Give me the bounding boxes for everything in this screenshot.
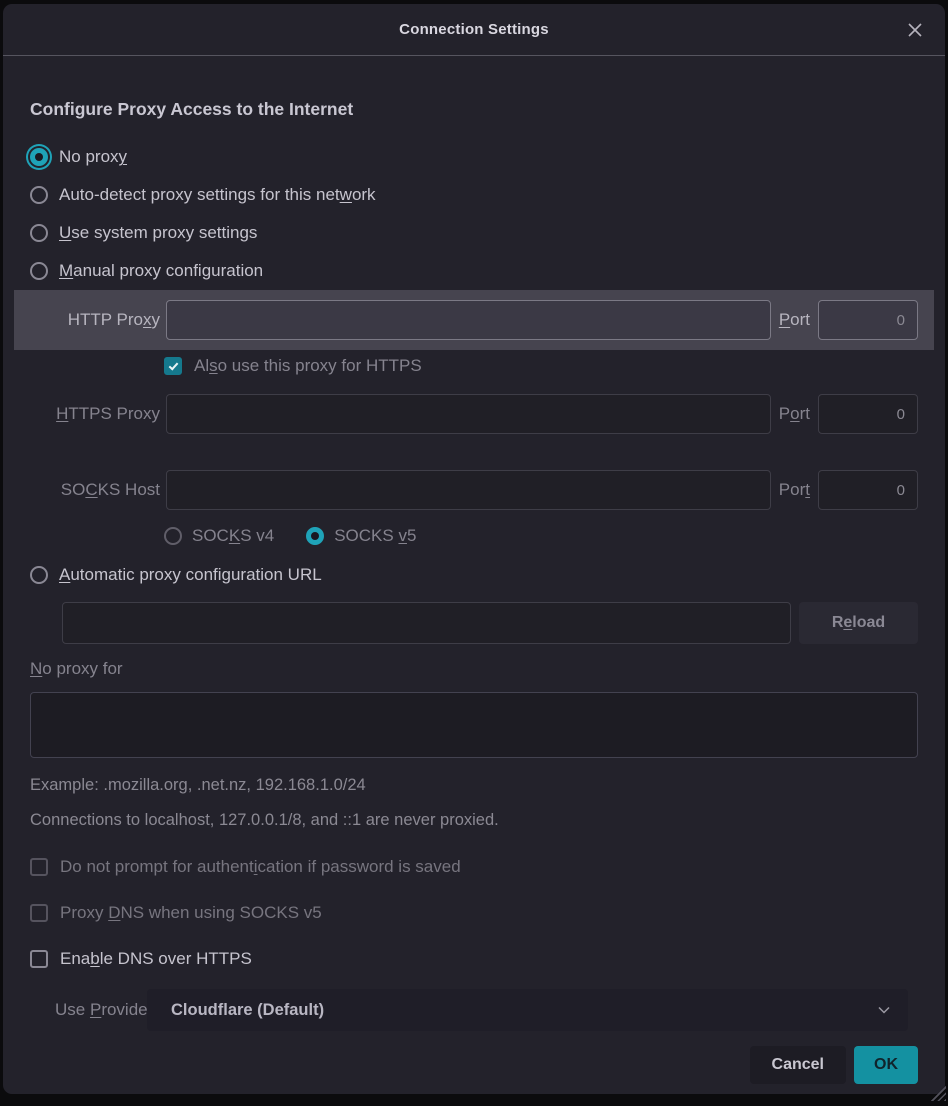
https-proxy-input[interactable] bbox=[166, 394, 771, 434]
no-proxy-radio[interactable] bbox=[30, 148, 48, 166]
socks-port-label: Port bbox=[779, 480, 810, 500]
dialog-content: Configure Proxy Access to the Internet N… bbox=[3, 96, 945, 1084]
http-proxy-row-highlighted: HTTP Proxy Port bbox=[14, 290, 934, 350]
http-proxy-field-row: HTTP Proxy Port bbox=[30, 300, 918, 340]
auto-detect-radio[interactable] bbox=[30, 186, 48, 204]
section-heading: Configure Proxy Access to the Internet bbox=[30, 96, 918, 122]
no-prompt-auth-checkbox[interactable] bbox=[30, 858, 48, 876]
http-port-label: Port bbox=[779, 310, 810, 330]
close-button[interactable] bbox=[903, 18, 927, 42]
no-proxy-for-label: No proxy for bbox=[30, 659, 123, 679]
proxy-dns-checkbox-row[interactable]: Proxy DNS when using SOCKS v5 bbox=[30, 899, 918, 927]
http-proxy-input[interactable] bbox=[166, 300, 771, 340]
socks-v5-label: SOCKS v5 bbox=[334, 526, 416, 546]
proxy-dns-label: Proxy DNS when using SOCKS v5 bbox=[60, 903, 322, 923]
enable-doh-checkbox-row[interactable]: Enable DNS over HTTPS bbox=[30, 945, 918, 973]
socks-host-input[interactable] bbox=[166, 470, 771, 510]
auto-url-field-row: Reload bbox=[62, 602, 918, 644]
http-port-input[interactable] bbox=[818, 300, 918, 340]
enable-doh-label: Enable DNS over HTTPS bbox=[60, 949, 252, 969]
manual-proxy-radio[interactable] bbox=[30, 262, 48, 280]
dialog-titlebar: Connection Settings bbox=[3, 4, 945, 56]
socks-host-label: SOCKS Host bbox=[30, 480, 160, 500]
auto-config-url-input[interactable] bbox=[62, 602, 791, 644]
https-proxy-label: HTTPS Proxy bbox=[30, 404, 160, 424]
socks-v4-label: SOCKS v4 bbox=[192, 526, 274, 546]
no-proxy-for-label-row: No proxy for bbox=[30, 656, 918, 682]
radio-option-manual-proxy[interactable]: Manual proxy configuration bbox=[30, 252, 918, 290]
no-proxy-for-textarea[interactable] bbox=[30, 692, 918, 758]
no-proxy-label: No proxy bbox=[59, 147, 127, 167]
reload-button[interactable]: Reload bbox=[799, 602, 918, 644]
no-prompt-auth-label: Do not prompt for authentication if pass… bbox=[60, 857, 461, 877]
radio-option-auto-url[interactable]: Automatic proxy configuration URL bbox=[30, 556, 918, 594]
also-https-label: Also use this proxy for HTTPS bbox=[194, 356, 422, 376]
system-proxy-label: Use system proxy settings bbox=[59, 223, 257, 243]
use-provider-label: Use Provider bbox=[30, 1000, 147, 1020]
socks-version-row: SOCKS v4 SOCKS v5 bbox=[164, 522, 918, 550]
radio-option-system-proxy[interactable]: Use system proxy settings bbox=[30, 214, 918, 252]
socks-host-field-row: SOCKS Host Port bbox=[30, 470, 918, 510]
radio-option-auto-detect[interactable]: Auto-detect proxy settings for this netw… bbox=[30, 176, 918, 214]
dialog-title: Connection Settings bbox=[399, 21, 549, 38]
http-proxy-label: HTTP Proxy bbox=[30, 310, 160, 330]
proxy-dns-checkbox[interactable] bbox=[30, 904, 48, 922]
check-icon bbox=[169, 360, 179, 370]
socks-v5-radio[interactable] bbox=[306, 527, 324, 545]
no-prompt-auth-checkbox-row[interactable]: Do not prompt for authentication if pass… bbox=[30, 853, 918, 881]
socks-v4-radio[interactable] bbox=[164, 527, 182, 545]
doh-provider-row: Use Provider Cloudflare (Default) bbox=[30, 989, 908, 1031]
enable-doh-checkbox[interactable] bbox=[30, 950, 48, 968]
manual-proxy-label: Manual proxy configuration bbox=[59, 261, 263, 281]
system-proxy-radio[interactable] bbox=[30, 224, 48, 242]
chevron-down-icon bbox=[876, 1002, 892, 1018]
https-proxy-field-row: HTTPS Proxy Port bbox=[30, 394, 918, 434]
connection-settings-dialog: Connection Settings Configure Proxy Acce… bbox=[3, 4, 945, 1094]
https-port-input[interactable] bbox=[818, 394, 918, 434]
auto-url-radio[interactable] bbox=[30, 566, 48, 584]
socks-port-input[interactable] bbox=[818, 470, 918, 510]
ok-button[interactable]: OK bbox=[854, 1046, 918, 1084]
cancel-button[interactable]: Cancel bbox=[750, 1046, 846, 1084]
example-note: Example: .mozilla.org, .net.nz, 192.168.… bbox=[30, 773, 918, 797]
auto-url-label: Automatic proxy configuration URL bbox=[59, 565, 322, 585]
also-https-checkbox[interactable] bbox=[164, 357, 182, 375]
dialog-footer: Cancel OK bbox=[30, 1046, 918, 1084]
doh-provider-select[interactable]: Cloudflare (Default) bbox=[147, 989, 908, 1031]
also-https-checkbox-row[interactable]: Also use this proxy for HTTPS bbox=[164, 352, 918, 380]
close-icon bbox=[906, 21, 924, 39]
localhost-note: Connections to localhost, 127.0.0.1/8, a… bbox=[30, 808, 918, 832]
doh-provider-value: Cloudflare (Default) bbox=[171, 1001, 876, 1020]
auto-detect-label: Auto-detect proxy settings for this netw… bbox=[59, 185, 376, 205]
radio-option-no-proxy[interactable]: No proxy bbox=[30, 138, 918, 176]
https-port-label: Port bbox=[779, 404, 810, 424]
